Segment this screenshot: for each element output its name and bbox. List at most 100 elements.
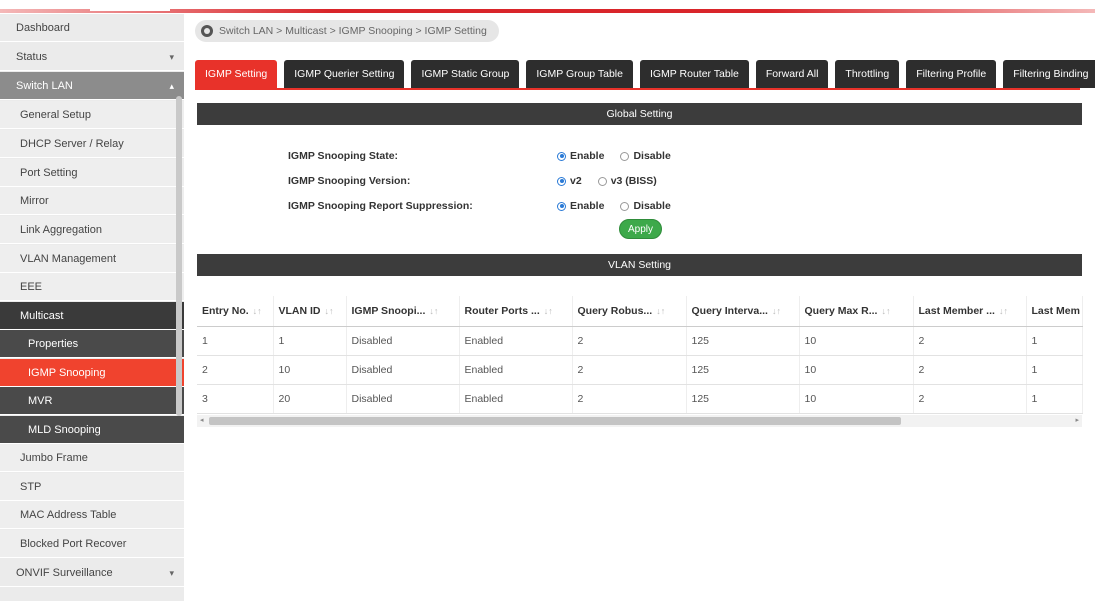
sidebar-item-label: VLAN Management (20, 253, 116, 265)
table-cell: 2 (913, 326, 1027, 356)
snooping-version-v3-radio[interactable] (597, 176, 607, 186)
snooping-version-label: IGMP Snooping Version: (288, 175, 411, 187)
report-suppression-disable-radio[interactable] (620, 201, 630, 211)
tab-filtering-binding[interactable]: Filtering Binding (1003, 60, 1095, 88)
tab-filtering-profile[interactable]: Filtering Profile (906, 60, 997, 88)
breadcrumb-text: Switch LAN > Multicast > IGMP Snooping >… (219, 25, 487, 37)
sidebar-item-multicast[interactable]: Multicast (0, 302, 184, 330)
snooping-state-enable-radio[interactable] (557, 151, 566, 161)
sidebar-item-label: MVR (28, 395, 53, 407)
sidebar-item-onvif-surveillance[interactable]: ONVIF Surveillance ▾ (0, 559, 184, 587)
tab-igmp-querier-setting[interactable]: IGMP Querier Setting (284, 60, 405, 88)
sidebar-item-general-setup[interactable]: General Setup (0, 101, 184, 129)
sidebar-item-label: STP (20, 481, 42, 493)
sidebar-item-label: Switch LAN (16, 80, 73, 92)
sidebar-item-label: ONVIF Surveillance (16, 567, 113, 579)
radio-label: Disable (633, 200, 671, 212)
snooping-version-v2-radio[interactable] (557, 176, 566, 186)
top-bar (0, 0, 1095, 14)
table-cell: 1 (1026, 355, 1083, 385)
sidebar-item-label: Blocked Port Recover (20, 538, 127, 550)
table-cell: Enabled (459, 384, 573, 414)
table-cell: 10 (273, 355, 347, 385)
table-cell: 2 (913, 355, 1027, 385)
table-row[interactable]: 2 10 Disabled Enabled 2 125 10 2 1 (197, 355, 1083, 385)
chevron-down-icon: ▾ (169, 568, 174, 578)
table-cell: 125 (686, 355, 800, 385)
sidebar: Dashboard Status ▾ Switch LAN ▴ General Se… (0, 14, 184, 601)
tab-forward-all[interactable]: Forward All (755, 60, 829, 88)
sidebar-scrollbar[interactable] (176, 96, 182, 416)
table-cell: 1 (1026, 384, 1083, 414)
table-header-row: Entry No. ↓↑ VLAN ID ↓↑ IGMP Snoopi... ↓↑ R… (197, 296, 1083, 327)
sidebar-item-label: Dashboard (16, 22, 70, 34)
apply-button[interactable]: Apply (619, 219, 662, 239)
sidebar-item-vlan-management[interactable]: VLAN Management (0, 245, 184, 273)
column-header-igmp-snooping[interactable]: IGMP Snoopi... ↓↑ (346, 296, 460, 327)
column-header-query-interval[interactable]: Query Interva... ↓↑ (686, 296, 800, 327)
tab-underline (195, 88, 1080, 90)
scroll-right-icon[interactable]: ▸ (1075, 415, 1079, 427)
sidebar-item-blocked-port-recover[interactable]: Blocked Port Recover (0, 530, 184, 558)
chevron-down-icon: ▾ (169, 52, 174, 62)
table-cell: 10 (799, 326, 914, 356)
tab-igmp-group-table[interactable]: IGMP Group Table (526, 60, 633, 88)
sidebar-item-label: General Setup (20, 109, 91, 121)
column-header-query-max-response[interactable]: Query Max R... ↓↑ (799, 296, 914, 327)
sidebar-item-status[interactable]: Status ▾ (0, 43, 184, 71)
sidebar-item-properties[interactable]: Properties (0, 330, 184, 358)
sidebar-item-switch-lan[interactable]: Switch LAN ▴ (0, 72, 184, 100)
table-row[interactable]: 3 20 Disabled Enabled 2 125 10 2 1 (197, 384, 1083, 414)
table-cell: Enabled (459, 326, 573, 356)
sort-icon: ↓↑ (656, 305, 666, 316)
sidebar-item-label: EEE (20, 281, 43, 293)
tab-throttling[interactable]: Throttling (835, 60, 900, 88)
snooping-version-radio-group: v2 v3 (BISS) (557, 175, 657, 187)
sidebar-item-label: DHCP Server / Relay (20, 138, 124, 150)
tab-igmp-setting[interactable]: IGMP Setting (195, 60, 278, 88)
column-header-query-robustness[interactable]: Query Robus... ↓↑ (572, 296, 687, 327)
table-cell: 2 (572, 326, 687, 356)
table-horizontal-scrollbar[interactable]: ◂ ▸ (197, 415, 1082, 427)
table-cell: 3 (197, 384, 274, 414)
sidebar-item-label: IGMP Snooping (28, 367, 106, 379)
radio-label: Enable (570, 200, 605, 212)
tab-igmp-static-group[interactable]: IGMP Static Group (411, 60, 520, 88)
sidebar-item-port-setting[interactable]: Port Setting (0, 159, 184, 187)
scrollbar-thumb[interactable] (209, 417, 901, 425)
sidebar-item-mld-snooping[interactable]: MLD Snooping (0, 416, 184, 444)
snooping-state-disable-radio[interactable] (620, 151, 630, 161)
sidebar-item-jumbo-frame[interactable]: Jumbo Frame (0, 444, 184, 472)
sidebar-item-stp[interactable]: STP (0, 473, 184, 501)
sidebar-item-dashboard[interactable]: Dashboard (0, 14, 184, 42)
tab-igmp-router-table[interactable]: IGMP Router Table (639, 60, 749, 88)
scroll-left-icon[interactable]: ◂ (200, 415, 204, 427)
sidebar-item-mirror[interactable]: Mirror (0, 187, 184, 215)
sort-icon: ↓↑ (998, 305, 1008, 316)
sidebar-item-mvr[interactable]: MVR (0, 387, 184, 415)
column-header-vlan-id[interactable]: VLAN ID ↓↑ (273, 296, 347, 327)
sort-icon: ↓↑ (429, 305, 439, 316)
table-cell: 20 (273, 384, 347, 414)
sort-icon: ↓↑ (324, 305, 334, 316)
column-header-entry-no[interactable]: Entry No. ↓↑ (197, 296, 274, 327)
column-header-router-ports[interactable]: Router Ports ... ↓↑ (459, 296, 573, 327)
sort-icon: ↓↑ (771, 305, 781, 316)
column-header-last-member[interactable]: Last Member ... ↓↑ (913, 296, 1027, 327)
table-cell: 1 (1026, 326, 1083, 356)
table-row[interactable]: 1 1 Disabled Enabled 2 125 10 2 1 (197, 326, 1083, 356)
column-header-last-member-2[interactable]: Last Mem (1026, 296, 1083, 327)
sidebar-item-label: Multicast (20, 310, 64, 322)
table-cell: 2 (572, 355, 687, 385)
report-suppression-enable-radio[interactable] (557, 201, 566, 211)
sidebar-item-dhcp[interactable]: DHCP Server / Relay (0, 130, 184, 158)
sidebar-item-eee[interactable]: EEE (0, 273, 184, 301)
table-cell: 2 (572, 384, 687, 414)
snooping-state-label: IGMP Snooping State: (288, 150, 399, 162)
sidebar-item-link-aggregation[interactable]: Link Aggregation (0, 216, 184, 244)
tab-bar: IGMP Setting IGMP Querier Setting IGMP S… (195, 60, 1095, 88)
sidebar-item-igmp-snooping[interactable]: IGMP Snooping (0, 359, 184, 387)
breadcrumb: Switch LAN > Multicast > IGMP Snooping >… (195, 20, 499, 42)
table-cell: Disabled (346, 384, 460, 414)
sidebar-item-mac-address-table[interactable]: MAC Address Table (0, 501, 184, 529)
